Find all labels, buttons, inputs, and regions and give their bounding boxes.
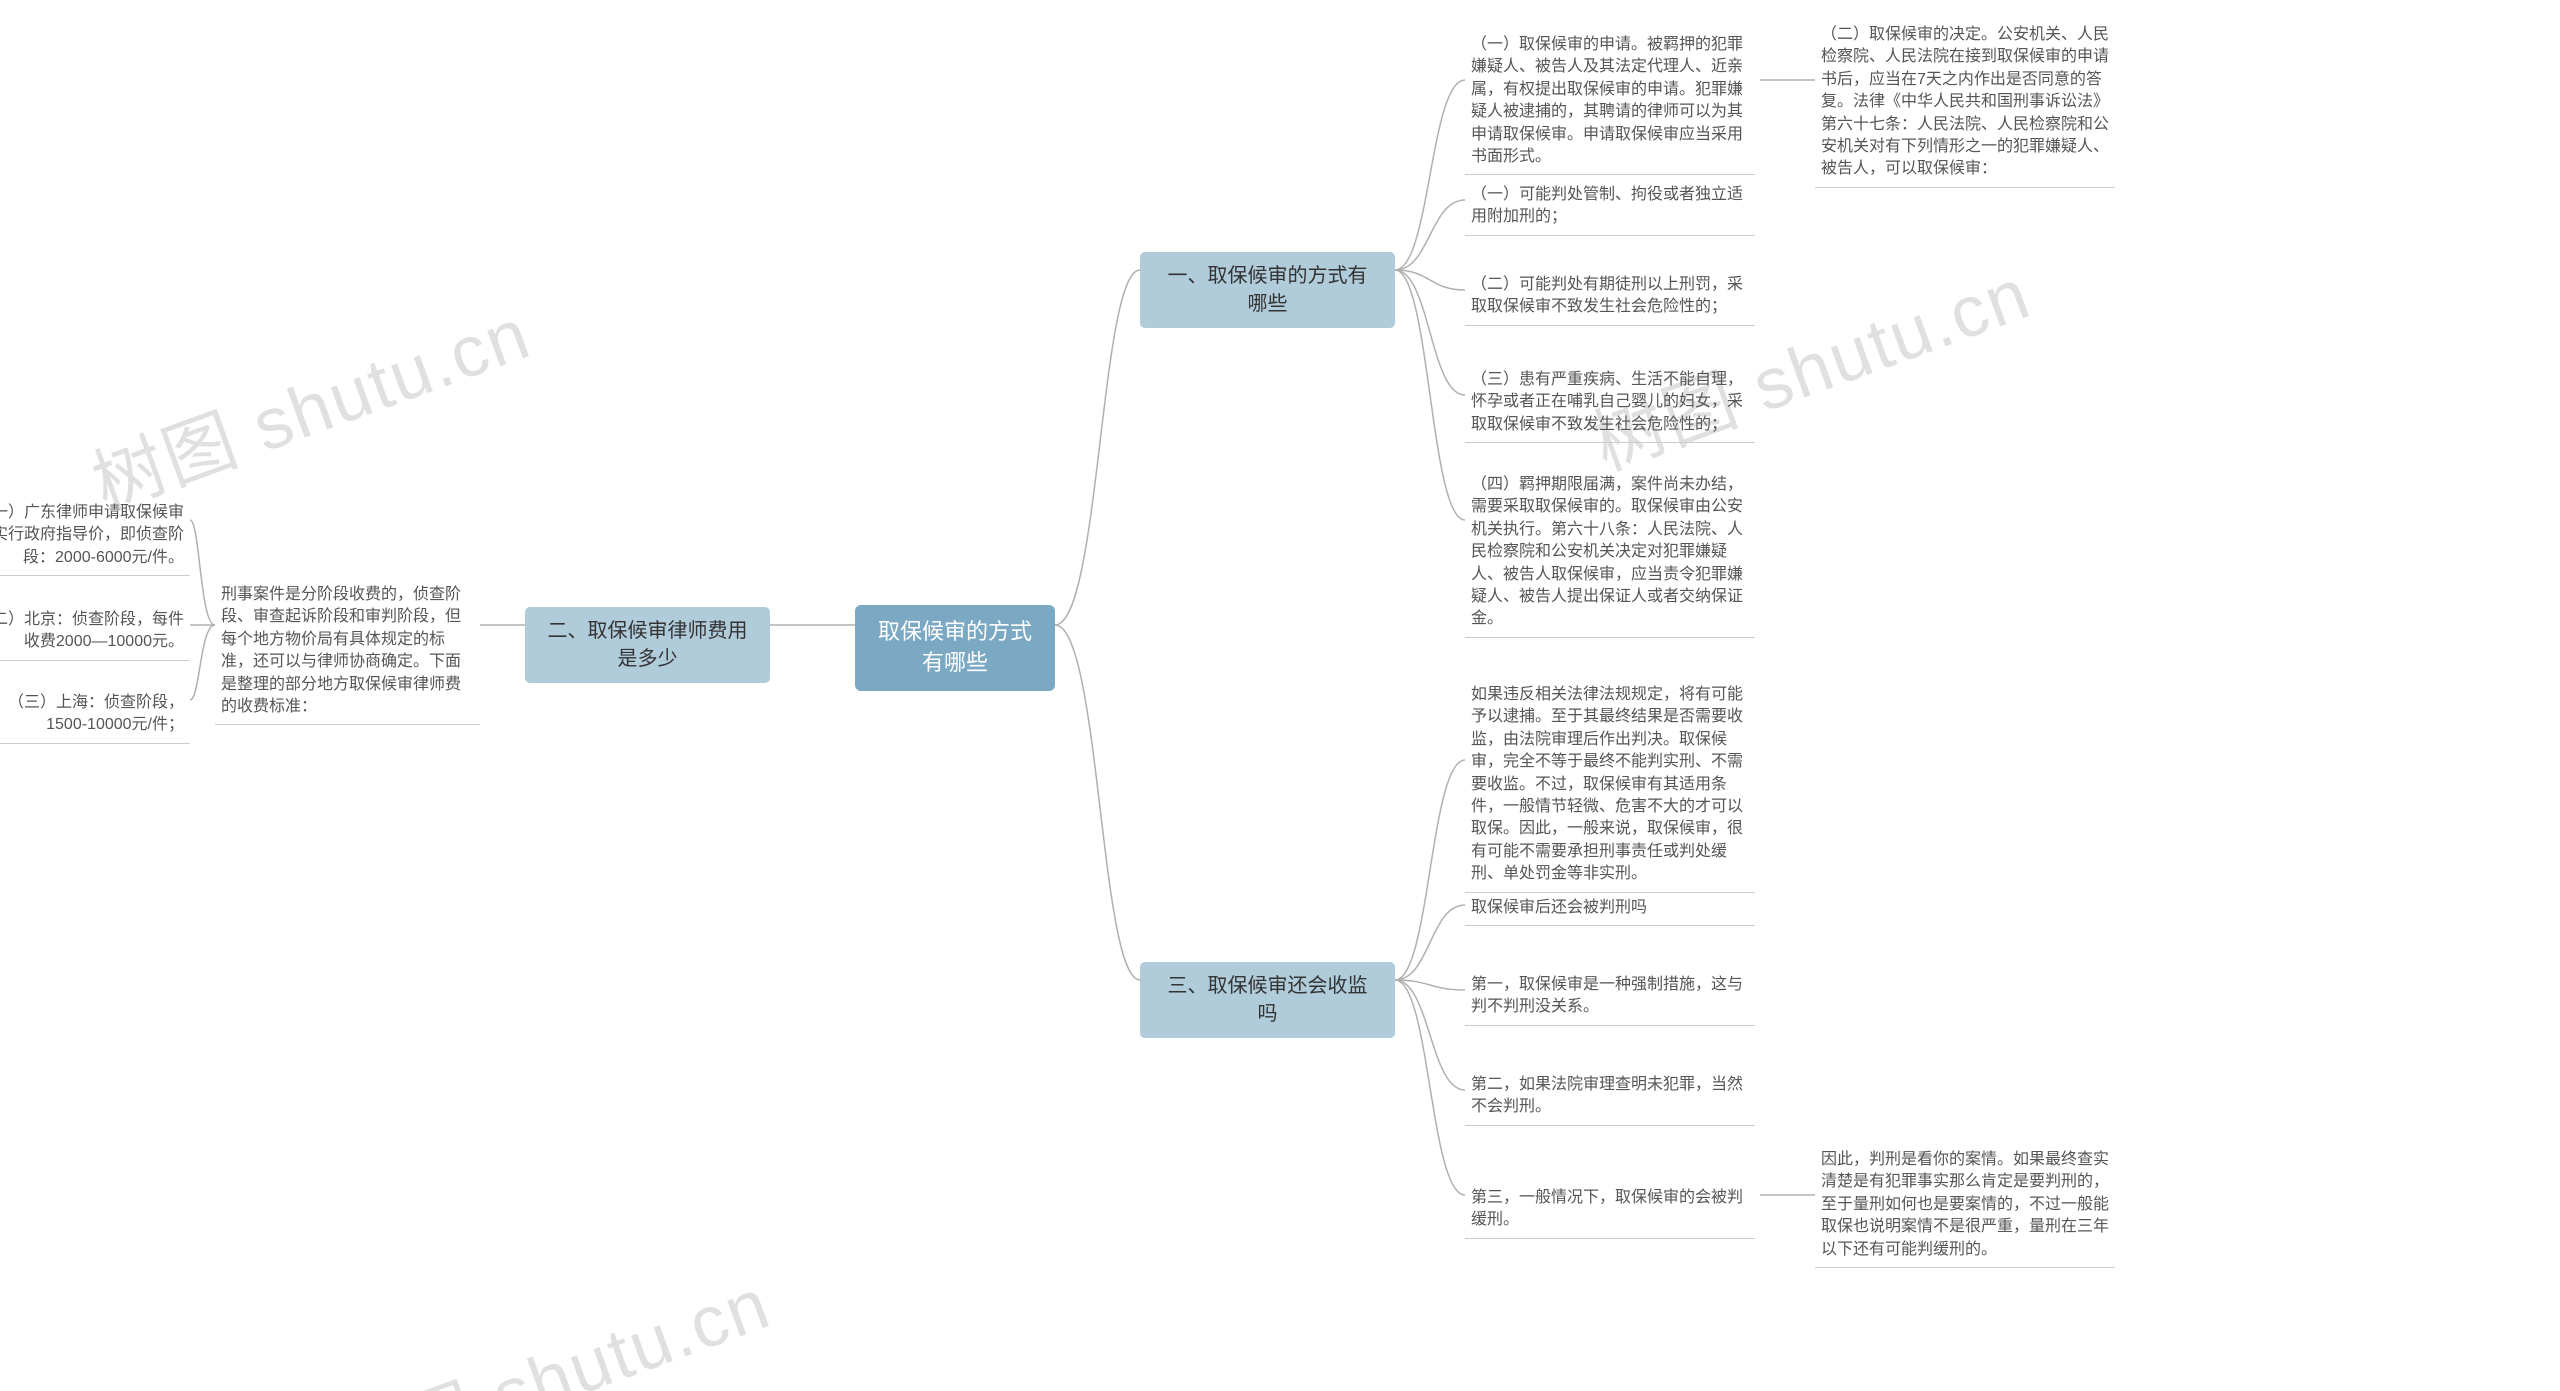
branch-3-leaf-2[interactable]: 取保候审后还会被判刑吗 xyxy=(1465,893,1755,926)
mindmap-canvas: 树图 shutu.cn 树图 shutu.cn 树图 shutu.cn xyxy=(0,0,2560,1391)
branch-3-leaf-5-sub[interactable]: 因此，判刑是看你的案情。如果最终查实清楚是有犯罪事实那么肯定是要判刑的，至于量刑… xyxy=(1815,1145,2115,1268)
branch-2-leaf-1-sub-2[interactable]: （二）北京：侦查阶段，每件收费2000—10000元。 xyxy=(0,605,190,661)
branch-2-leaf-1-sub-3[interactable]: （三）上海：侦查阶段，1500-10000元/件； xyxy=(0,688,190,744)
branch-1-leaf-5[interactable]: （四）羁押期限届满，案件尚未办结，需要采取取保候审的。取保候审由公安机关执行。第… xyxy=(1465,470,1755,638)
branch-2-leaf-1[interactable]: 刑事案件是分阶段收费的，侦查阶段、审查起诉阶段和审判阶段，但每个地方物价局有具体… xyxy=(215,580,480,725)
branch-1-leaf-1[interactable]: （一）取保候审的申请。被羁押的犯罪嫌疑人、被告人及其法定代理人、近亲属，有权提出… xyxy=(1465,30,1755,175)
root-node[interactable]: 取保候审的方式有哪些 xyxy=(855,605,1055,691)
branch-3-leaf-5[interactable]: 第三，一般情况下，取保候审的会被判缓刑。 xyxy=(1465,1183,1755,1239)
watermark: 树图 shutu.cn xyxy=(316,1245,782,1391)
branch-3-leaf-4[interactable]: 第二，如果法院审理查明未犯罪，当然不会判刑。 xyxy=(1465,1070,1755,1126)
branch-1-leaf-3[interactable]: （二）可能判处有期徒刑以上刑罚，采取取保候审不致发生社会危险性的； xyxy=(1465,270,1755,326)
branch-3[interactable]: 三、取保候审还会收监吗 xyxy=(1140,962,1395,1038)
watermark: 树图 shutu.cn xyxy=(76,275,542,530)
branch-1[interactable]: 一、取保候审的方式有哪些 xyxy=(1140,252,1395,328)
branch-3-leaf-1[interactable]: 如果违反相关法律法规规定，将有可能予以逮捕。至于其最终结果是否需要收监，由法院审… xyxy=(1465,680,1755,893)
branch-1-leaf-2[interactable]: （一）可能判处管制、拘役或者独立适用附加刑的； xyxy=(1465,180,1755,236)
branch-2[interactable]: 二、取保候审律师费用是多少 xyxy=(525,607,770,683)
branch-3-leaf-3[interactable]: 第一，取保候审是一种强制措施，这与判不判刑没关系。 xyxy=(1465,970,1755,1026)
branch-1-leaf-1-sub[interactable]: （二）取保候审的决定。公安机关、人民检察院、人民法院在接到取保候审的申请书后，应… xyxy=(1815,20,2115,188)
branch-2-leaf-1-sub-1[interactable]: （一）广东律师申请取保候审实行政府指导价，即侦查阶段：2000-6000元/件。 xyxy=(0,498,190,576)
branch-1-leaf-4[interactable]: （三）患有严重疾病、生活不能自理，怀孕或者正在哺乳自己婴儿的妇女，采取取保候审不… xyxy=(1465,365,1755,443)
